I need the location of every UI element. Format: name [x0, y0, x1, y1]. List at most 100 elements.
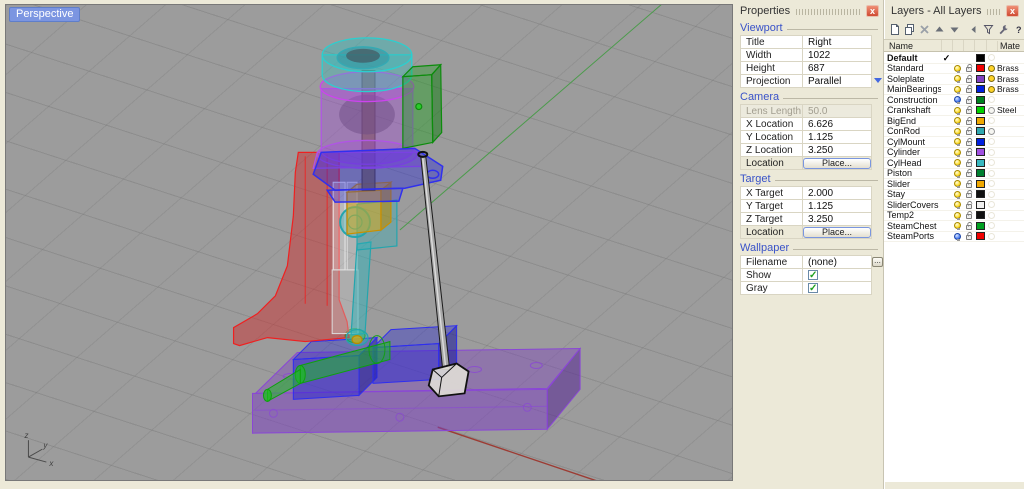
layer-lock-cell[interactable]	[963, 232, 974, 240]
collapse-icon[interactable]	[968, 23, 979, 36]
layer-lock-cell[interactable]	[963, 106, 974, 114]
layer-lock-cell[interactable]	[963, 190, 974, 198]
layer-name[interactable]: SliderCovers	[887, 200, 941, 210]
layer-color-cell[interactable]	[974, 201, 986, 209]
layer-visibility-cell[interactable]	[952, 117, 963, 124]
layer-name[interactable]: BigEnd	[887, 116, 941, 126]
layer-color-cell[interactable]	[974, 222, 986, 230]
material-circle-icon[interactable]	[988, 233, 995, 240]
layer-material-cell[interactable]	[986, 138, 997, 145]
layer-lock-cell[interactable]	[963, 211, 974, 219]
layer-material-cell[interactable]	[986, 75, 997, 82]
layer-material-cell[interactable]	[986, 107, 997, 114]
layer-visibility-cell[interactable]	[952, 170, 963, 177]
layer-material-cell[interactable]	[986, 212, 997, 219]
material-circle-icon[interactable]	[988, 159, 995, 166]
layer-color-swatch[interactable]	[976, 232, 985, 240]
layer-visibility-cell[interactable]	[952, 107, 963, 114]
layer-name[interactable]: Stay	[887, 189, 941, 199]
layer-row[interactable]: CylHead	[884, 158, 1024, 169]
layer-row[interactable]: Default✓	[884, 53, 1024, 64]
property-value[interactable]: 2.000	[803, 187, 871, 199]
bulb-on-icon[interactable]	[954, 138, 961, 145]
layer-name[interactable]: Crankshaft	[887, 105, 941, 115]
layer-visibility-cell[interactable]	[952, 96, 963, 103]
layer-color-swatch[interactable]	[976, 211, 985, 219]
layer-row[interactable]: SliderCovers	[884, 200, 1024, 211]
layer-row[interactable]: ConRod	[884, 127, 1024, 138]
new-layer-icon[interactable]	[889, 23, 900, 36]
unlock-icon[interactable]	[966, 225, 972, 230]
layer-color-swatch[interactable]	[976, 180, 985, 188]
unlock-icon[interactable]	[966, 67, 972, 72]
bulb-on-icon[interactable]	[954, 75, 961, 82]
column-header-name[interactable]: Name	[884, 41, 941, 51]
layer-name[interactable]: Construction	[887, 95, 941, 105]
layer-row[interactable]: Construction	[884, 95, 1024, 106]
material-circle-icon[interactable]	[988, 149, 995, 156]
layer-color-swatch[interactable]	[976, 159, 985, 167]
material-circle-icon[interactable]	[988, 170, 995, 177]
layer-color-cell[interactable]	[974, 75, 986, 83]
unlock-icon[interactable]	[966, 214, 972, 219]
material-circle-icon[interactable]	[988, 117, 995, 124]
layer-visibility-cell[interactable]	[952, 233, 963, 240]
layer-name[interactable]: Temp2	[887, 210, 941, 220]
bulb-on-icon[interactable]	[954, 159, 961, 166]
layer-row[interactable]: CylMount	[884, 137, 1024, 148]
layer-color-swatch[interactable]	[976, 96, 985, 104]
perspective-viewport[interactable]: Perspective	[5, 4, 733, 481]
layer-name[interactable]: SteamChest	[887, 221, 941, 231]
layer-row[interactable]: Temp2	[884, 211, 1024, 222]
material-circle-icon[interactable]	[988, 191, 995, 198]
property-value[interactable]: Right	[803, 36, 871, 48]
layer-color-cell[interactable]	[974, 138, 986, 146]
layer-color-cell[interactable]	[974, 117, 986, 125]
layer-material-cell[interactable]	[986, 201, 997, 208]
layer-lock-cell[interactable]	[963, 64, 974, 72]
column-header-material[interactable]: Mate	[997, 41, 1024, 51]
layer-row[interactable]: BigEnd	[884, 116, 1024, 127]
unlock-icon[interactable]	[966, 151, 972, 156]
layer-visibility-cell[interactable]	[952, 128, 963, 135]
unlock-icon[interactable]	[966, 88, 972, 93]
layer-material-name[interactable]: Brass	[997, 84, 1024, 94]
layer-material-name[interactable]: Brass	[997, 74, 1024, 84]
layer-visibility-cell[interactable]	[952, 65, 963, 72]
material-circle-icon[interactable]	[988, 75, 995, 82]
layer-name[interactable]: SteamPorts	[887, 231, 941, 241]
layer-lock-cell[interactable]	[963, 222, 974, 230]
layer-color-cell[interactable]	[974, 106, 986, 114]
material-circle-icon[interactable]	[988, 96, 995, 103]
layer-row[interactable]: Piston	[884, 169, 1024, 180]
layer-material-cell[interactable]	[986, 65, 997, 72]
material-circle-icon[interactable]	[988, 128, 995, 135]
layer-material-name[interactable]: Steel	[997, 105, 1024, 115]
bulb-on-icon[interactable]	[954, 170, 961, 177]
viewport-title-label[interactable]: Perspective	[9, 7, 80, 22]
layer-visibility-cell[interactable]	[952, 191, 963, 198]
layer-color-cell[interactable]	[974, 85, 986, 93]
properties-titlebar[interactable]: Properties x	[740, 3, 879, 19]
layer-lock-cell[interactable]	[963, 75, 974, 83]
checkbox[interactable]: ✓	[808, 270, 818, 280]
layer-lock-cell[interactable]	[963, 96, 974, 104]
layer-material-cell[interactable]	[986, 86, 997, 93]
layer-color-cell[interactable]	[974, 148, 986, 156]
layer-color-cell[interactable]	[974, 169, 986, 177]
layer-lock-cell[interactable]	[963, 201, 974, 209]
property-value[interactable]: 1.125	[803, 131, 871, 143]
layer-material-cell[interactable]	[986, 222, 997, 229]
place-button[interactable]: Place...	[803, 158, 871, 169]
unlock-icon[interactable]	[966, 141, 972, 146]
layer-name[interactable]: Slider	[887, 179, 941, 189]
material-circle-icon[interactable]	[988, 107, 995, 114]
layer-material-cell[interactable]	[986, 170, 997, 177]
property-value[interactable]: 687	[803, 62, 871, 74]
property-value[interactable]: 3.250	[803, 213, 871, 225]
property-value[interactable]: 1.125	[803, 200, 871, 212]
unlock-icon[interactable]	[966, 99, 972, 104]
layer-visibility-cell[interactable]	[952, 222, 963, 229]
layer-color-cell[interactable]	[974, 54, 986, 62]
layer-color-cell[interactable]	[974, 211, 986, 219]
